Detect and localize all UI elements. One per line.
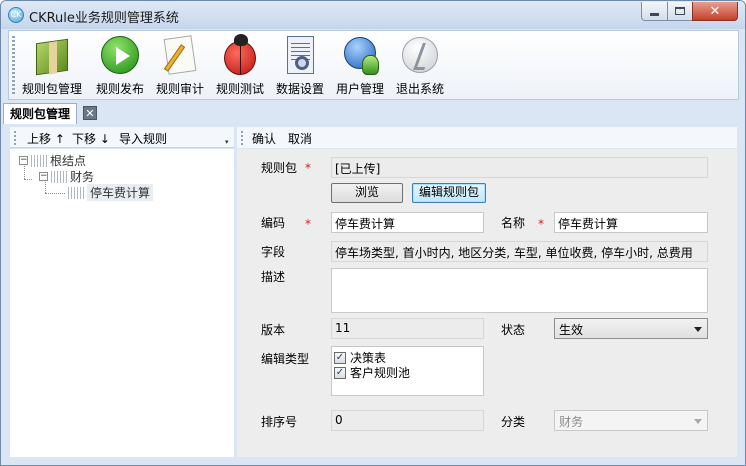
status-label: 状态 xyxy=(501,323,526,337)
description-label: 描述 xyxy=(261,270,286,284)
required-mark: * xyxy=(538,217,544,231)
tree-node-parking-fee[interactable]: 停车费计算 xyxy=(68,184,154,201)
tree-node-label: 财务 xyxy=(70,170,95,184)
toolbar-label: 规则包管理 xyxy=(21,82,82,96)
tree-toolbar: 上移 ↑ 下移 ↓ 导入规则 ▾ xyxy=(10,127,234,148)
sort-number-label: 排序号 xyxy=(261,415,298,429)
description-textarea[interactable] xyxy=(331,268,708,313)
app-logo-icon: CK xyxy=(8,7,24,23)
tree-node-root[interactable]: − 根结点 xyxy=(19,152,86,169)
required-mark: * xyxy=(305,217,311,231)
chevron-down-icon xyxy=(694,327,702,332)
toolbar-label: 规则审计 xyxy=(155,82,204,96)
package-label: 规则包 xyxy=(261,161,298,175)
code-label: 编码 xyxy=(261,216,286,230)
sort-number-field: 0 xyxy=(331,410,484,431)
fields-field: 停车场类型, 首小时内, 地区分类, 车型, 单位收费, 停车小时, 总费用 xyxy=(331,241,708,262)
user-icon xyxy=(338,33,382,77)
toolbar-data-settings-button[interactable]: 数据设置 xyxy=(269,33,331,99)
edit-type-label: 编辑类型 xyxy=(261,352,310,366)
audit-icon xyxy=(158,33,202,77)
browse-button[interactable]: 浏览 xyxy=(331,183,403,203)
data-settings-icon xyxy=(278,33,322,77)
toolbar-grip[interactable] xyxy=(14,131,16,145)
confirm-button[interactable]: 确认 xyxy=(252,130,276,147)
tree-node-label: 根结点 xyxy=(50,154,87,168)
category-selected-value: 财务 xyxy=(559,415,584,429)
toolbar-label: 退出系统 xyxy=(395,82,444,96)
checkbox-checked-icon[interactable]: ✓ xyxy=(334,366,346,379)
toolbar-overflow-icon[interactable]: ▾ xyxy=(225,138,233,146)
edit-package-button[interactable]: 编辑规则包 xyxy=(412,183,486,203)
toolbar-label: 规则发布 xyxy=(95,82,144,96)
checkbox-checked-icon[interactable]: ✓ xyxy=(334,351,346,364)
category-label: 分类 xyxy=(501,415,526,429)
package-icon xyxy=(30,33,74,77)
window-title: CKRule业务规则管理系统 xyxy=(29,11,179,26)
fields-label: 字段 xyxy=(261,245,286,259)
cancel-button[interactable]: 取消 xyxy=(288,130,312,147)
rule-icon xyxy=(68,186,84,199)
name-input[interactable]: 停车费计算 xyxy=(554,212,708,233)
toolbar-user-management-button[interactable]: 用户管理 xyxy=(329,33,391,99)
minimize-icon xyxy=(650,12,659,16)
checkbox-label: 客户规则池 xyxy=(350,366,411,380)
import-rules-button[interactable]: 导入规则 xyxy=(119,130,167,147)
toolbar-publish-button[interactable]: 规则发布 xyxy=(89,33,151,99)
tree-node-label: 停车费计算 xyxy=(87,184,154,201)
chevron-down-icon xyxy=(694,419,702,424)
toolbar-package-management-button[interactable]: 规则包管理 xyxy=(21,33,83,99)
toolbar-audit-button[interactable]: 规则审计 xyxy=(149,33,211,99)
rule-package-form: 规则包 * [已上传] 浏览 编辑规则包 编码 * 停车费计算 名称 * 停车费… xyxy=(237,149,737,457)
toolbar-grip[interactable] xyxy=(12,36,15,96)
move-down-button[interactable]: 下移 ↓ xyxy=(72,130,110,147)
play-icon xyxy=(98,33,142,77)
folder-icon xyxy=(31,154,47,167)
move-up-button[interactable]: 上移 ↑ xyxy=(27,130,65,147)
close-window-button[interactable]: ✕ xyxy=(692,2,738,21)
toolbar-label: 数据设置 xyxy=(275,82,324,96)
close-icon: ✕ xyxy=(709,3,721,19)
category-select[interactable]: 财务 xyxy=(554,410,708,431)
package-status-field: [已上传] xyxy=(331,157,708,178)
form-toolbar: 确认 取消 xyxy=(237,127,737,148)
maximize-button[interactable] xyxy=(667,2,693,21)
edit-type-customer-rule-pool[interactable]: ✓ 客户规则池 xyxy=(334,364,410,381)
main-toolbar: 规则包管理 规则发布 规则审计 规则测试 数据设置 用户管理 退出系统 xyxy=(8,30,739,100)
minimize-button[interactable] xyxy=(641,2,668,21)
toolbar-test-button[interactable]: 规则测试 xyxy=(209,33,271,99)
folder-icon xyxy=(51,170,67,183)
document-tab-strip: 规则包管理 ✕ xyxy=(1,102,745,124)
required-mark: * xyxy=(305,161,311,175)
status-select[interactable]: 生效 xyxy=(554,318,708,339)
bug-icon xyxy=(218,33,262,77)
exit-icon xyxy=(398,33,442,77)
version-label: 版本 xyxy=(261,323,286,337)
toolbar-label: 用户管理 xyxy=(335,82,384,96)
tab-close-icon[interactable]: ✕ xyxy=(83,106,97,120)
toolbar-label: 规则测试 xyxy=(215,82,264,96)
version-field: 11 xyxy=(331,318,484,339)
collapse-icon[interactable]: − xyxy=(19,156,28,165)
title-bar: CK CKRule业务规则管理系统 ✕ xyxy=(1,1,745,29)
tree-node-finance[interactable]: − 财务 xyxy=(39,168,94,185)
name-label: 名称 xyxy=(501,216,526,230)
collapse-icon[interactable]: − xyxy=(39,172,48,181)
panel-splitter[interactable] xyxy=(738,127,744,457)
rule-package-tree: − 根结点 − 财务 停车费计算 xyxy=(10,149,234,457)
status-selected-value: 生效 xyxy=(559,323,584,337)
app-window: CK CKRule业务规则管理系统 ✕ 规则包管理 规则发布 规则审计 规则测试 xyxy=(0,0,746,466)
toolbar-exit-button[interactable]: 退出系统 xyxy=(389,33,451,99)
tab-package-management[interactable]: 规则包管理 xyxy=(3,103,78,124)
edit-type-checklist: ✓ 决策表 ✓ 客户规则池 xyxy=(331,346,484,396)
toolbar-grip[interactable] xyxy=(241,131,243,145)
maximize-icon xyxy=(675,7,685,15)
code-input[interactable]: 停车费计算 xyxy=(331,212,484,233)
